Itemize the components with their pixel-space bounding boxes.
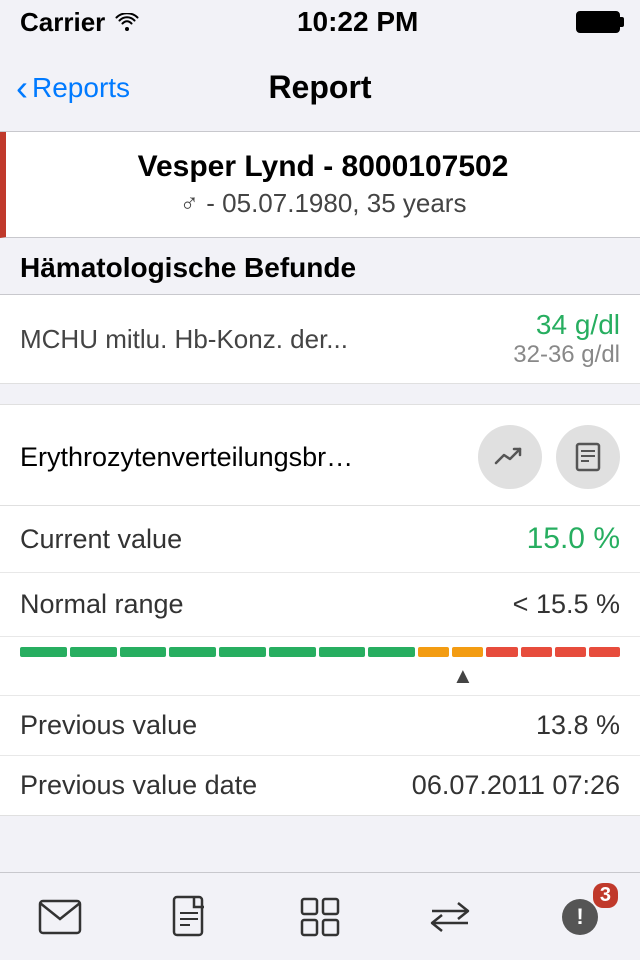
range-seg-4	[169, 647, 216, 657]
time-display: 10:22 PM	[297, 6, 418, 38]
tab-transfer[interactable]	[420, 887, 480, 947]
previous-date-value: 06.07.2011 07:26	[412, 770, 620, 801]
range-seg-14	[589, 647, 620, 657]
truncated-item-label: MCHU mitlu. Hb-Konz. der...	[20, 324, 348, 355]
detail-header: Erythrozytenverteilungsbr…	[0, 405, 640, 506]
previous-value-row: Previous value 13.8 %	[0, 695, 640, 755]
patient-name: Vesper Lynd - 8000107502	[138, 150, 509, 184]
previous-value: 13.8 %	[536, 710, 620, 741]
truncated-item-range: 32-36 g/dl	[513, 341, 620, 369]
truncated-item-values: 34 g/dl 32-36 g/dl	[513, 309, 620, 369]
range-seg-13	[555, 647, 586, 657]
previous-value-label: Previous value	[20, 710, 197, 741]
patient-header: Vesper Lynd - 8000107502 ♂ - 05.07.1980,…	[0, 132, 640, 238]
back-label: Reports	[32, 72, 130, 104]
normal-range-row: Normal range < 15.5 %	[0, 573, 640, 637]
back-button[interactable]: ‹ Reports	[16, 70, 130, 106]
previous-date-row: Previous value date 06.07.2011 07:26	[0, 755, 640, 815]
range-seg-3	[120, 647, 167, 657]
range-bar-container: ▲	[0, 637, 640, 685]
truncated-list-item[interactable]: MCHU mitlu. Hb-Konz. der... 34 g/dl 32-3…	[0, 295, 640, 384]
alert-badge: 3	[593, 883, 618, 908]
pdf-icon	[172, 895, 208, 939]
indicator-row: ▲	[20, 663, 620, 685]
book-button[interactable]	[556, 425, 620, 489]
normal-range-label: Normal range	[20, 589, 184, 620]
tab-grid[interactable]	[290, 887, 350, 947]
normal-range-value: < 15.5 %	[513, 589, 620, 620]
tab-bar: ! 3	[0, 872, 640, 960]
wifi-icon	[115, 7, 139, 38]
battery-icon	[576, 11, 620, 33]
grid-icon	[300, 897, 340, 937]
book-icon	[572, 441, 604, 473]
tab-mail[interactable]	[30, 887, 90, 947]
current-value-label: Current value	[20, 524, 182, 555]
range-bar	[20, 647, 620, 657]
prev-rows-container: Previous value 13.8 % Previous value dat…	[0, 685, 640, 815]
carrier-label: Carrier	[20, 7, 105, 38]
range-seg-7	[319, 647, 366, 657]
nav-title: Report	[268, 69, 371, 106]
battery-area	[576, 11, 620, 33]
detail-actions	[478, 425, 620, 489]
truncated-item-value: 34 g/dl	[513, 309, 620, 341]
status-bar: Carrier 10:22 PM	[0, 0, 640, 44]
current-value: 15.0 %	[527, 522, 620, 556]
patient-info: ♂ - 05.07.1980, 35 years	[180, 188, 467, 219]
detail-item-name: Erythrozytenverteilungsbr…	[20, 442, 478, 473]
range-seg-9	[418, 647, 449, 657]
patient-dob: -	[206, 188, 222, 218]
section-header: Hämatologische Befunde	[0, 238, 640, 295]
range-seg-1	[20, 647, 67, 657]
gender-symbol: ♂	[180, 188, 200, 218]
detail-card: Erythrozytenverteilungsbr… Current value…	[0, 404, 640, 816]
trend-icon	[494, 441, 526, 473]
spacer	[0, 384, 640, 394]
tab-pdf[interactable]	[160, 887, 220, 947]
svg-text:!: !	[576, 904, 583, 929]
patient-dob-value: 05.07.1980, 35 years	[222, 188, 466, 218]
mail-icon	[38, 899, 82, 935]
range-seg-5	[219, 647, 266, 657]
section-title: Hämatologische Befunde	[20, 252, 620, 284]
trend-button[interactable]	[478, 425, 542, 489]
previous-date-label: Previous value date	[20, 770, 257, 801]
back-chevron-icon: ‹	[16, 70, 28, 106]
range-seg-8	[368, 647, 415, 657]
range-seg-2	[70, 647, 117, 657]
nav-bar: ‹ Reports Report	[0, 44, 640, 132]
range-seg-10	[452, 647, 483, 657]
range-seg-12	[521, 647, 552, 657]
tab-alert[interactable]: ! 3	[550, 887, 610, 947]
transfer-icon	[428, 899, 472, 935]
range-seg-11	[486, 647, 517, 657]
range-seg-6	[269, 647, 316, 657]
current-value-row: Current value 15.0 %	[0, 506, 640, 573]
indicator-arrow-icon: ▲	[452, 663, 474, 689]
